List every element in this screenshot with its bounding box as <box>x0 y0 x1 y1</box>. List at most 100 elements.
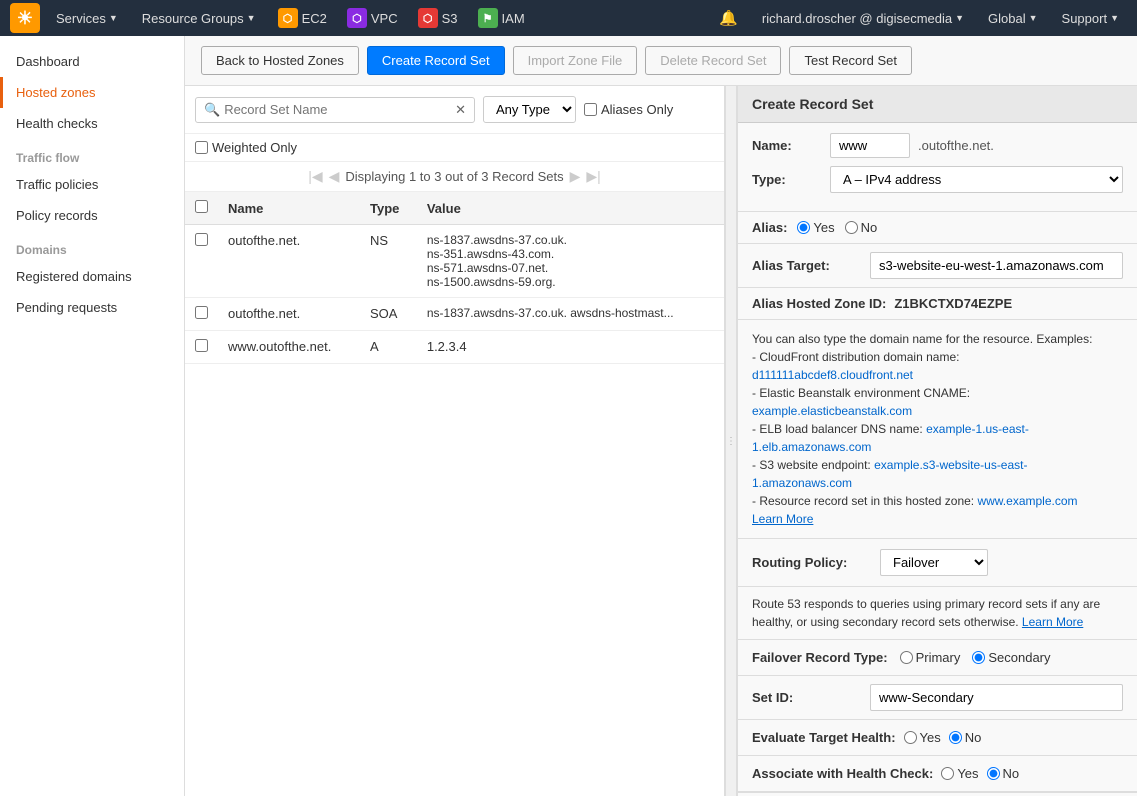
resource-groups-menu[interactable]: Resource Groups ▼ <box>134 7 264 30</box>
clear-search-icon[interactable]: ✕ <box>455 102 466 118</box>
back-to-hosted-zones-button[interactable]: Back to Hosted Zones <box>201 46 359 75</box>
user-menu[interactable]: richard.droscher @ digisecmedia ▼ <box>754 7 972 30</box>
evaluate-health-row: Evaluate Target Health: Yes No <box>738 720 1137 756</box>
select-all-checkbox[interactable] <box>195 200 208 213</box>
services-menu[interactable]: Services ▼ <box>48 7 126 30</box>
weighted-only-checkbox[interactable] <box>195 141 208 154</box>
aliases-only-checkbox[interactable] <box>584 103 597 116</box>
global-menu[interactable]: Global ▼ <box>980 7 1046 30</box>
delete-record-set-button[interactable]: Delete Record Set <box>645 46 781 75</box>
sidebar-item-policy-records[interactable]: Policy records <box>0 200 184 231</box>
row-name: outofthe.net. <box>218 298 360 331</box>
info-item: Resource record set in this hosted zone:… <box>752 492 1123 510</box>
failover-secondary-radio[interactable] <box>972 651 985 664</box>
sidebar-item-health-checks[interactable]: Health checks <box>0 108 184 139</box>
alias-target-label: Alias Target: <box>752 258 862 273</box>
name-input[interactable] <box>830 133 910 158</box>
alias-target-input[interactable] <box>870 252 1123 279</box>
right-panel: Create Record Set Name: .outofthe.net. T… <box>737 86 1137 796</box>
toolbar: Back to Hosted Zones Create Record Set I… <box>185 36 1137 86</box>
first-page-nav[interactable]: |◀ <box>308 168 322 185</box>
associate-no-radio[interactable] <box>987 767 1000 780</box>
name-row: Name: .outofthe.net. <box>752 133 1123 158</box>
info-learn-more-link[interactable]: Learn More <box>752 512 813 526</box>
alias-zone-value: Z1BKCTXD74EZPE <box>894 296 1012 311</box>
info-box: You can also type the domain name for th… <box>738 320 1137 539</box>
type-select[interactable]: A – IPv4 address AAAA – IPv6 address CNA… <box>830 166 1123 193</box>
search-input[interactable] <box>224 102 451 117</box>
last-page-nav[interactable]: ▶| <box>586 168 600 185</box>
support-chevron: ▼ <box>1110 13 1119 23</box>
next-page-nav[interactable]: ▶ <box>570 168 581 185</box>
info-item: ELB load balancer DNS name: example-1.us… <box>752 420 1123 456</box>
left-panel: 🔍 ✕ Any Type A AAAA CNAME MX NS SOA TXT <box>185 86 725 796</box>
filter-bar: 🔍 ✕ Any Type A AAAA CNAME MX NS SOA TXT <box>185 86 724 134</box>
sidebar-item-traffic-policies[interactable]: Traffic policies <box>0 169 184 200</box>
name-label: Name: <box>752 138 822 153</box>
associate-no-label[interactable]: No <box>987 766 1020 781</box>
associate-yes-label[interactable]: Yes <box>941 766 978 781</box>
evaluate-yes-radio[interactable] <box>904 731 917 744</box>
top-navigation: ☀ Services ▼ Resource Groups ▼ ⬡ EC2 ⬡ V… <box>0 0 1137 36</box>
evaluate-yes-label[interactable]: Yes <box>904 730 941 745</box>
row-type: A <box>360 331 417 364</box>
table-row: outofthe.net. NS ns-1837.awsdns-37.co.uk… <box>185 225 724 298</box>
alias-no-radio[interactable] <box>845 221 858 234</box>
evaluate-no-label[interactable]: No <box>949 730 982 745</box>
alias-yes-radio[interactable] <box>797 221 810 234</box>
vpc-nav[interactable]: ⬡ VPC <box>341 4 404 32</box>
global-chevron: ▼ <box>1029 13 1038 23</box>
notifications-bell[interactable]: 🔔 <box>711 5 746 31</box>
sidebar-item-registered-domains[interactable]: Registered domains <box>0 261 184 292</box>
row-type: SOA <box>360 298 417 331</box>
set-id-label: Set ID: <box>752 690 862 705</box>
set-id-input[interactable] <box>870 684 1123 711</box>
row-checkbox[interactable] <box>195 233 208 246</box>
sidebar-item-dashboard[interactable]: Dashboard <box>0 46 184 77</box>
type-filter-select[interactable]: Any Type A AAAA CNAME MX NS SOA TXT <box>483 96 576 123</box>
header-checkbox-cell <box>185 192 218 225</box>
ec2-nav[interactable]: ⬡ EC2 <box>272 4 333 32</box>
ec2-icon: ⬡ <box>278 8 298 28</box>
s3-icon: ⬡ <box>418 8 438 28</box>
search-icon: 🔍 <box>204 102 220 118</box>
record-table-container: Name Type Value outofthe.net. NS <box>185 192 724 796</box>
s3-nav[interactable]: ⬡ S3 <box>412 4 464 32</box>
weighted-only-checkbox-label[interactable]: Weighted Only <box>195 140 714 155</box>
panel-resizer[interactable]: ⋮ <box>725 86 737 796</box>
type-row: Type: A – IPv4 address AAAA – IPv6 addre… <box>752 166 1123 193</box>
search-box: 🔍 ✕ <box>195 97 475 123</box>
associate-health-label: Associate with Health Check: <box>752 766 933 781</box>
import-zone-file-button[interactable]: Import Zone File <box>513 46 638 75</box>
table-row: outofthe.net. SOA ns-1837.awsdns-37.co.u… <box>185 298 724 331</box>
routing-learn-more-link[interactable]: Learn More <box>1022 615 1083 629</box>
failover-type-label: Failover Record Type: <box>752 650 888 665</box>
create-panel-bottom-bar: Create <box>738 792 1137 796</box>
record-table: Name Type Value outofthe.net. NS <box>185 192 724 364</box>
test-record-set-button[interactable]: Test Record Set <box>789 46 912 75</box>
alias-target-row: Alias Target: <box>738 244 1137 288</box>
routing-policy-select[interactable]: Simple Weighted Latency Failover Geoloca… <box>880 549 988 576</box>
evaluate-no-radio[interactable] <box>949 731 962 744</box>
aliases-only-checkbox-label[interactable]: Aliases Only <box>584 102 673 117</box>
iam-nav[interactable]: ⚑ IAM <box>472 4 531 32</box>
weighted-bar: Weighted Only <box>185 134 724 162</box>
failover-primary-label[interactable]: Primary <box>900 650 961 665</box>
row-checkbox[interactable] <box>195 306 208 319</box>
sidebar: Dashboard Hosted zones Health checks Tra… <box>0 36 185 796</box>
alias-no-label[interactable]: No <box>845 220 878 235</box>
set-id-row: Set ID: <box>738 676 1137 720</box>
alias-yes-label[interactable]: Yes <box>797 220 834 235</box>
row-checkbox[interactable] <box>195 339 208 352</box>
sidebar-item-hosted-zones[interactable]: Hosted zones <box>0 77 184 108</box>
failover-primary-radio[interactable] <box>900 651 913 664</box>
failover-secondary-label[interactable]: Secondary <box>972 650 1050 665</box>
create-record-set-button[interactable]: Create Record Set <box>367 46 505 75</box>
associate-yes-radio[interactable] <box>941 767 954 780</box>
table-header-row: Name Type Value <box>185 192 724 225</box>
services-chevron: ▼ <box>109 13 118 23</box>
pagination-bar: |◀ ◀ Displaying 1 to 3 out of 3 Record S… <box>185 162 724 192</box>
prev-page-nav[interactable]: ◀ <box>329 168 340 185</box>
sidebar-item-pending-requests[interactable]: Pending requests <box>0 292 184 323</box>
support-menu[interactable]: Support ▼ <box>1054 7 1127 30</box>
